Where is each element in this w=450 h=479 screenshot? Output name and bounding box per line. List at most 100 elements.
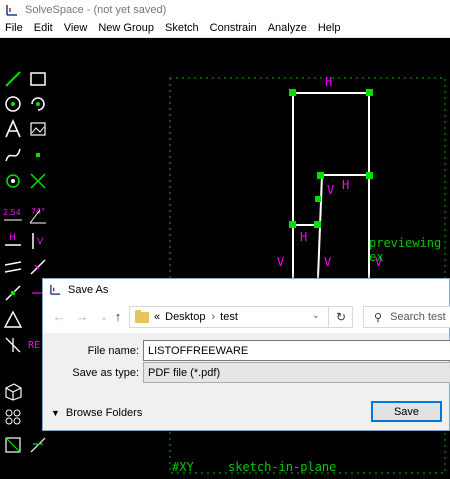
sketch-in-plane-label: sketch-in-plane <box>228 460 337 474</box>
window-titlebar: SolveSpace - (not yet saved) <box>0 0 450 19</box>
constraint-h-mid[interactable]: H <box>342 178 349 192</box>
browse-folders-toggle[interactable]: ▼ Browse Folders <box>51 407 142 419</box>
svg-text:74°: 74° <box>31 207 45 216</box>
menu-view[interactable]: View <box>59 22 94 34</box>
point-on-line-icon <box>5 285 21 301</box>
lathe-tool[interactable] <box>2 406 24 428</box>
vertical-icon: V <box>32 233 44 249</box>
svg-text:V: V <box>37 237 44 247</box>
refresh-icon: ↻ <box>335 310 347 324</box>
forward-arrow-icon[interactable]: → <box>74 309 90 325</box>
vertical-constraint-tool[interactable]: V <box>27 230 49 252</box>
dialog-titlebar[interactable]: Save As <box>43 279 449 300</box>
constraint-h-low[interactable]: H <box>300 230 307 244</box>
point-on-line-tool[interactable] <box>2 282 24 304</box>
point-tool[interactable] <box>27 144 49 166</box>
rectangle-tool[interactable] <box>27 68 49 90</box>
search-box[interactable]: ⚲ Search test <box>363 306 450 328</box>
tangent-arc-tool[interactable] <box>27 434 49 456</box>
file-name-input[interactable]: LISTOFFREEWARE <box>143 340 450 361</box>
folder-icon <box>135 309 149 323</box>
trim-tool[interactable] <box>2 434 24 456</box>
arc-icon <box>31 97 45 111</box>
angle-icon: 74° <box>29 207 46 224</box>
line-tool[interactable] <box>2 68 24 90</box>
breadcrumb-separator-icon[interactable]: › <box>211 311 215 323</box>
save-as-dialog: Save As ← → ⌄ ↑ « Desktop › test ⌄ ↻ ⚲ S… <box>42 278 450 431</box>
point-icon <box>36 153 40 157</box>
extrude-icon <box>5 383 22 401</box>
save-as-type-select[interactable]: PDF file (*.pdf) <box>143 362 450 383</box>
reference-icon <box>5 337 21 353</box>
back-arrow-icon[interactable]: ← <box>51 309 67 325</box>
breadcrumb-desktop[interactable]: Desktop <box>165 311 205 323</box>
menu-sketch[interactable]: Sketch <box>160 22 205 34</box>
breadcrumb-prefix[interactable]: « <box>154 311 160 323</box>
save-as-type-value: PDF file (*.pdf) <box>148 366 221 379</box>
reference-tool[interactable] <box>2 334 24 356</box>
distance-constraint-tool[interactable]: 2.54 <box>2 204 24 226</box>
svg-text:2.54: 2.54 <box>3 208 21 217</box>
save-button[interactable]: Save <box>371 401 442 422</box>
text-icon <box>5 119 21 138</box>
tangent-icon <box>3 310 23 328</box>
text-tool[interactable] <box>2 118 24 140</box>
horizontal-constraint-tool[interactable]: H <box>2 230 24 252</box>
workplane-icon <box>6 174 20 188</box>
constraint-v-center[interactable]: V <box>324 255 331 269</box>
image-icon <box>30 122 46 136</box>
split-curves-tool[interactable] <box>27 170 49 192</box>
refresh-button[interactable]: ↻ <box>328 306 353 328</box>
constraint-v-left[interactable]: V <box>277 255 284 269</box>
search-placeholder: Search test <box>390 311 446 323</box>
arc-tool[interactable] <box>27 93 49 115</box>
svg-text:H: H <box>9 233 16 243</box>
menu-bar: File Edit View New Group Sketch Constrai… <box>0 19 450 38</box>
sketch-points <box>289 89 373 228</box>
breadcrumb-test[interactable]: test <box>220 311 238 323</box>
menu-edit[interactable]: Edit <box>29 22 59 34</box>
circle-tool[interactable] <box>2 93 24 115</box>
angle-constraint-tool[interactable]: 74° <box>27 204 49 226</box>
save-as-type-label: Save as type: <box>72 367 139 379</box>
address-bar[interactable]: « Desktop › test ⌄ <box>129 306 353 328</box>
file-name-label: File name: <box>87 345 139 357</box>
search-icon: ⚲ <box>374 311 383 324</box>
menu-help[interactable]: Help <box>313 22 347 34</box>
dimension-icon: 2.54 <box>3 208 22 221</box>
reference-label: RE <box>28 340 41 351</box>
equal-icon <box>30 259 46 275</box>
split-icon <box>30 173 46 189</box>
bezier-icon <box>5 148 21 162</box>
image-tool[interactable] <box>27 118 49 140</box>
line-icon <box>5 71 21 87</box>
menu-constrain[interactable]: Constrain <box>205 22 263 34</box>
constraint-h-top[interactable]: H <box>325 75 332 89</box>
workplane-tool[interactable] <box>2 170 24 192</box>
menu-file[interactable]: File <box>0 22 29 34</box>
tangent-constraint-tool[interactable] <box>2 308 24 330</box>
extrude-tool[interactable] <box>2 380 24 402</box>
up-arrow-icon[interactable]: ↑ <box>110 309 126 325</box>
equal-constraint-tool[interactable] <box>27 256 49 278</box>
horizontal-icon: H <box>5 233 21 246</box>
menu-analyze[interactable]: Analyze <box>263 22 313 34</box>
window-title: SolveSpace - (not yet saved) <box>25 3 167 16</box>
file-name-value: LISTOFFREEWARE <box>148 344 249 357</box>
parallel-constraint-tool[interactable] <box>2 256 24 278</box>
preview-status-text: previewing ex <box>369 236 442 264</box>
browse-folders-label: Browse Folders <box>65 407 143 419</box>
chevron-down-icon: ▼ <box>51 408 60 418</box>
rectangle-icon <box>30 72 46 86</box>
dialog-title: Save As <box>68 283 109 296</box>
constraint-v-mid[interactable]: V <box>327 183 334 197</box>
menu-new-group[interactable]: New Group <box>93 22 160 34</box>
tangent-arc-icon <box>30 437 46 453</box>
lathe-icon <box>5 409 21 425</box>
circle-icon <box>5 96 21 112</box>
bezier-tool[interactable] <box>2 144 24 166</box>
address-dropdown-chevron-icon[interactable]: ⌄ <box>312 310 320 321</box>
trim-icon <box>5 437 21 453</box>
parallel-icon <box>4 261 22 273</box>
dialog-app-icon <box>50 284 61 295</box>
